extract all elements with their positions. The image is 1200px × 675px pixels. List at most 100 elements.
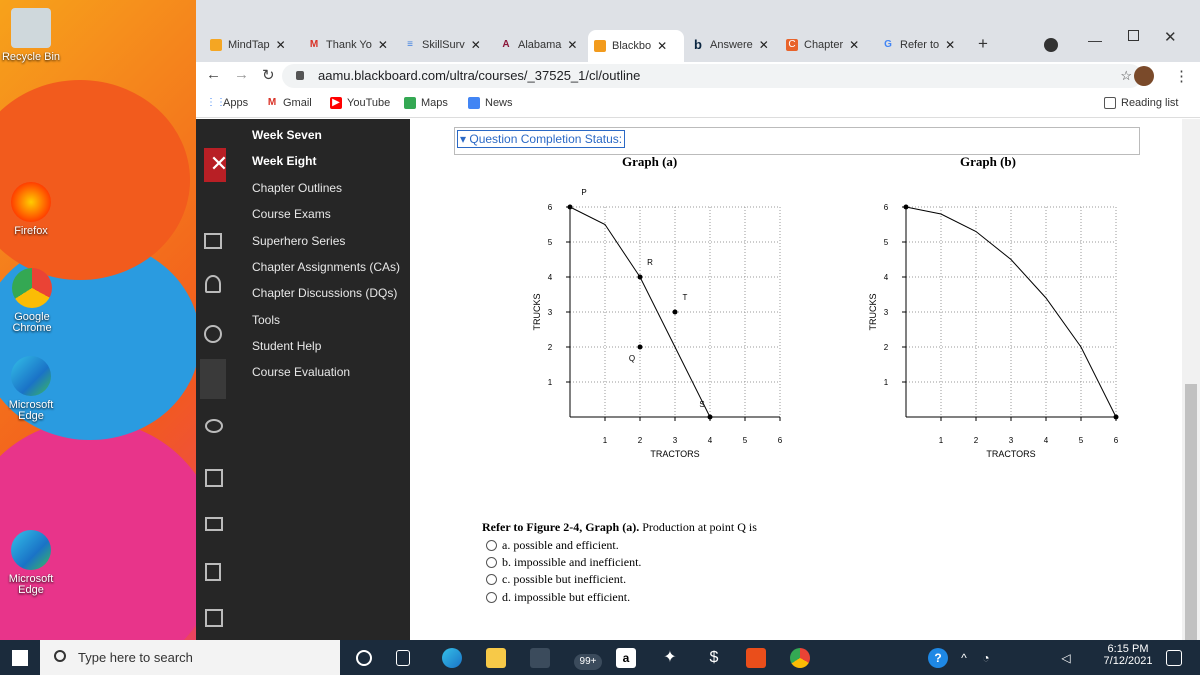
- amazon-icon[interactable]: a: [616, 648, 636, 668]
- institution-icon[interactable]: [204, 233, 222, 249]
- x-axis-label: TRACTORS: [650, 449, 699, 459]
- back-button[interactable]: ←: [206, 66, 221, 83]
- answer-option-d[interactable]: d. impossible but efficient.: [486, 590, 630, 605]
- calendar-icon[interactable]: [205, 469, 223, 487]
- close-icon[interactable]: ✕: [759, 38, 769, 52]
- close-icon[interactable]: ✕: [471, 38, 481, 52]
- radio-button[interactable]: [486, 540, 497, 551]
- close-icon[interactable]: ✕: [945, 38, 955, 52]
- recycle-bin-icon: [11, 8, 51, 48]
- desktop-icon-edge[interactable]: Microsoft Edge: [0, 356, 62, 422]
- task-view-icon[interactable]: [396, 650, 410, 666]
- reading-list-icon: [1104, 97, 1116, 109]
- menu-item-chapter-discussions[interactable]: Chapter Discussions (DQs): [252, 286, 397, 300]
- file-explorer-icon[interactable]: [486, 648, 506, 668]
- star-icon[interactable]: ☆: [1120, 64, 1132, 88]
- chevron-up-icon[interactable]: ^: [954, 648, 974, 668]
- desktop-icon-recycle-bin[interactable]: Recycle Bin: [0, 8, 62, 63]
- y-tick-label: 5: [884, 238, 889, 247]
- gmail-icon: M: [267, 97, 277, 108]
- address-bar[interactable]: aamu.blackboard.com/ultra/courses/_37525…: [282, 64, 1142, 88]
- bookmark-youtube[interactable]: ▶ YouTube: [330, 97, 390, 109]
- tab-skillsurvey[interactable]: ≡ SkillSurv ✕: [404, 33, 481, 57]
- menu-item-week-seven[interactable]: Week Seven: [252, 128, 322, 142]
- menu-item-chapter-outlines[interactable]: Chapter Outlines: [252, 181, 342, 195]
- tab-mindtap[interactable]: MindTap ✕: [210, 33, 286, 57]
- mail-badge[interactable]: 99+: [574, 654, 602, 670]
- office-icon[interactable]: [746, 648, 766, 668]
- radio-button[interactable]: [486, 592, 497, 603]
- dropbox-icon[interactable]: ✦: [660, 648, 680, 668]
- x-tick-label: 6: [1114, 436, 1119, 445]
- volume-icon[interactable]: ◁: [1056, 648, 1076, 668]
- bookmark-maps[interactable]: Maps: [404, 97, 448, 109]
- tab-search-icon[interactable]: [1044, 38, 1058, 52]
- scrollbar[interactable]: [1182, 119, 1200, 640]
- scrollbar-thumb[interactable]: [1185, 384, 1197, 640]
- grades-icon[interactable]: [205, 563, 221, 581]
- chrome-icon[interactable]: [790, 648, 810, 668]
- app-icon[interactable]: $: [704, 648, 724, 668]
- reading-list-button[interactable]: Reading list: [1104, 97, 1178, 109]
- bookmark-gmail[interactable]: M Gmail: [266, 97, 312, 109]
- menu-item-student-help[interactable]: Student Help: [252, 339, 321, 353]
- close-icon[interactable]: ✕: [378, 38, 388, 52]
- menu-item-course-exams[interactable]: Course Exams: [252, 207, 331, 221]
- help-icon[interactable]: ?: [928, 648, 948, 668]
- forward-button[interactable]: →: [234, 66, 249, 83]
- clock[interactable]: 6:15 PM 7/12/2021: [1100, 643, 1156, 667]
- close-icon[interactable]: ✕: [849, 38, 859, 52]
- menu-item-tools[interactable]: Tools: [252, 313, 280, 327]
- cortana-icon[interactable]: [356, 650, 372, 666]
- answer-option-a[interactable]: a. possible and efficient.: [486, 538, 619, 553]
- point-label-s: S: [699, 400, 704, 409]
- radio-button[interactable]: [486, 574, 497, 585]
- store-icon[interactable]: [530, 648, 550, 668]
- reload-button[interactable]: ↻: [262, 66, 275, 84]
- menu-icon[interactable]: ⋮: [1174, 67, 1189, 85]
- menu-item-week-eight[interactable]: Week Eight: [252, 154, 316, 168]
- tab-answered[interactable]: b Answere ✕: [692, 33, 769, 57]
- radio-button[interactable]: [486, 557, 497, 568]
- tab-alabama[interactable]: A Alabama ✕: [500, 33, 577, 57]
- tab-google[interactable]: G Refer to ✕: [882, 33, 955, 57]
- organizations-icon[interactable]: [205, 419, 223, 433]
- tools-icon[interactable]: [205, 609, 223, 627]
- maximize-button[interactable]: [1128, 30, 1139, 41]
- close-icon[interactable]: ✕: [567, 38, 577, 52]
- desktop-icon-firefox[interactable]: Firefox: [0, 182, 62, 237]
- desktop-icon-edge[interactable]: Microsoft Edge: [0, 530, 62, 596]
- answer-option-b[interactable]: b. impossible and inefficient.: [486, 555, 641, 570]
- y-tick-label: 1: [548, 378, 553, 387]
- menu-item-chapter-assignments[interactable]: Chapter Assignments (CAs): [252, 260, 400, 274]
- answer-option-c[interactable]: c. possible but inefficient.: [486, 572, 626, 587]
- alabama-icon: A: [502, 39, 510, 50]
- windows-start-icon[interactable]: [12, 650, 28, 666]
- tab-chapter[interactable]: C Chapter ✕: [786, 33, 859, 57]
- tray-icons[interactable]: ◔: [976, 648, 996, 668]
- bookmark-news[interactable]: News: [468, 97, 513, 109]
- question-status-toggle[interactable]: ▾ Question Completion Status:: [457, 130, 626, 148]
- tab-blackboard[interactable]: Blackbo ✕: [588, 30, 684, 62]
- edge-icon[interactable]: [442, 648, 462, 668]
- data-point: [567, 204, 573, 210]
- courses-icon[interactable]: [200, 359, 226, 399]
- profile-icon[interactable]: [205, 275, 221, 293]
- bookmark-apps[interactable]: ⋮⋮ Apps: [206, 97, 248, 109]
- desktop-icon-chrome[interactable]: Google Chrome: [0, 268, 64, 334]
- close-icon[interactable]: ✕: [276, 38, 286, 52]
- avatar[interactable]: [1134, 66, 1154, 86]
- tab-gmail[interactable]: M Thank Yo ✕: [308, 33, 388, 57]
- edge-icon: [11, 356, 51, 396]
- window-close-button[interactable]: ✕: [1164, 28, 1177, 46]
- menu-item-course-evaluation[interactable]: Course Evaluation: [252, 365, 350, 379]
- menu-item-superhero-series[interactable]: Superhero Series: [252, 234, 345, 248]
- close-icon[interactable]: ✕: [657, 39, 667, 53]
- minimize-button[interactable]: —: [1088, 32, 1102, 48]
- taskbar-search-input[interactable]: Type here to search: [40, 640, 340, 675]
- notification-icon[interactable]: [1166, 650, 1182, 666]
- globe-icon[interactable]: [204, 325, 222, 343]
- x-tick-label: 1: [603, 436, 608, 445]
- messages-icon[interactable]: [205, 517, 223, 531]
- new-tab-button[interactable]: +: [978, 34, 988, 54]
